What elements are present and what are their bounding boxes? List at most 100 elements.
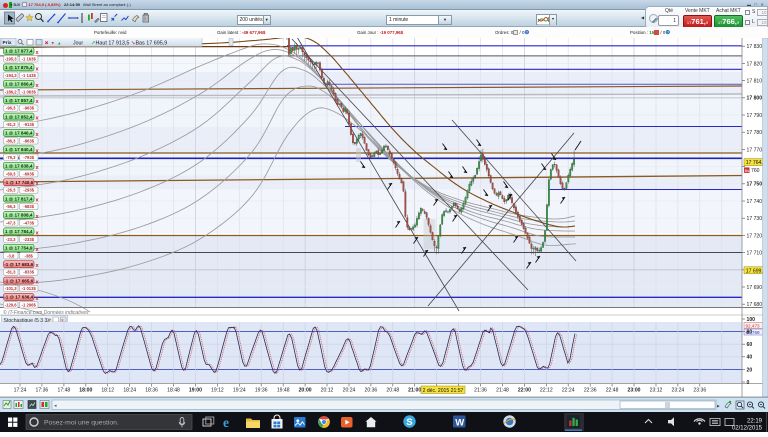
svg-text:-69,3: -69,3 [6,171,16,176]
svg-text:17 810: 17 810 [747,79,763,85]
svg-text:17:24: 17:24 [14,388,27,394]
svg-text:17 730: 17 730 [747,216,763,222]
svg-text:17 710: 17 710 [747,251,763,257]
svg-text:2 déc. 2015 21:57: 2 déc. 2015 21:57 [423,388,464,394]
svg-text:W: W [455,418,464,429]
svg-text:17 690: 17 690 [747,285,763,291]
svg-text:-79,3: -79,3 [6,155,16,160]
svg-text:-96,3: -96,3 [6,106,16,111]
svg-text:02/12/2015: 02/12/2015 [732,426,763,432]
svg-text:-293$: -293$ [23,188,34,193]
svg-text:-963$: -963$ [23,106,34,111]
svg-text:18:24: 18:24 [123,388,136,394]
svg-text:17:36: 17:36 [36,388,49,394]
svg-text:23:36: 23:36 [693,388,706,394]
svg-text:0: 0 [747,380,750,386]
svg-text:-26,3: -26,3 [6,188,16,193]
svg-text:S: S [406,417,412,428]
svg-text:e: e [223,415,229,430]
svg-text:1 @ 17 846,4: 1 @ 17 846,4 [5,131,33,136]
svg-text:1 @ 17 784,4: 1 @ 17 784,4 [5,229,33,234]
svg-text:1 @ 17 857,4: 1 @ 17 857,4 [5,98,33,103]
svg-text:20:48: 20:48 [386,388,399,394]
svg-text:-23,3: -23,3 [6,237,16,242]
svg-text:18:00: 18:00 [79,388,92,394]
svg-text:80: 80 [747,330,753,336]
svg-text:▾: ▾ [52,41,55,47]
svg-text:-1 163$: -1 163$ [22,57,37,62]
svg-text:17 790: 17 790 [747,113,763,119]
svg-text:100: 100 [747,317,756,323]
svg-text:17 720: 17 720 [747,233,763,239]
svg-text:-1 143$: -1 143$ [22,73,37,78]
svg-text:23:00: 23:00 [627,388,640,394]
svg-text:20:00: 20:00 [299,388,312,394]
svg-text:19:36: 19:36 [255,388,268,394]
svg-text:23:12: 23:12 [650,388,663,394]
svg-text:-793$: -793$ [23,155,34,160]
svg-text:-693$: -693$ [23,171,34,176]
svg-text:-913$: -913$ [23,122,34,127]
svg-text:-47,3: -47,3 [6,221,16,226]
svg-text:-833$: -833$ [23,270,34,275]
svg-text:19:48: 19:48 [277,388,290,394]
svg-text:20: 20 [747,367,753,373]
svg-text:18:36: 18:36 [145,388,158,394]
svg-text:1 @ 17 852,4: 1 @ 17 852,4 [5,114,33,119]
svg-text:40: 40 [747,355,753,361]
svg-text:17 770: 17 770 [747,147,763,153]
svg-text:20:36: 20:36 [365,388,378,394]
svg-text:1 @ 17 866,4: 1 @ 17 866,4 [5,82,33,87]
svg-text:-233$: -233$ [23,237,34,242]
svg-text:1 @ 17 838,4: 1 @ 17 838,4 [5,164,33,169]
svg-text:20:24: 20:24 [343,388,356,394]
svg-text:22:00: 22:00 [518,388,531,394]
svg-text:-195,3: -195,3 [5,57,18,62]
svg-text:Prix: Prix [3,40,12,46]
svg-text:19:00: 19:00 [189,388,202,394]
svg-text:60: 60 [747,342,753,348]
svg-text:20:12: 20:12 [321,388,334,394]
svg-text:17 780: 17 780 [747,130,763,136]
svg-text:17 750: 17 750 [747,182,763,188]
svg-text:1 @ 17 808,4: 1 @ 17 808,4 [5,213,33,218]
svg-text:▴: ▴ [58,41,61,47]
svg-text:22:48: 22:48 [606,388,619,394]
svg-text:-583$: -583$ [23,204,34,209]
svg-text:22:12: 22:12 [540,388,553,394]
svg-text:17:48: 17:48 [58,388,71,394]
svg-text:17 740: 17 740 [747,199,763,205]
svg-text:22:36: 22:36 [584,388,597,394]
svg-text:Bs: Bs [745,168,750,173]
svg-text:760: 760 [751,168,760,174]
svg-text:-186,2: -186,2 [5,89,18,94]
svg-text:19:24: 19:24 [233,388,246,394]
svg-text:1 @ 17 875,4: 1 @ 17 875,4 [5,65,33,70]
svg-text:1 @ 17 877,4: 1 @ 17 877,4 [5,49,33,54]
svg-text:17 830: 17 830 [747,44,763,50]
svg-text:-1 @ 17 636,4: -1 @ 17 636,4 [4,295,33,300]
svg-text:-1 063$: -1 063$ [22,89,37,94]
svg-text:18:12: 18:12 [101,388,114,394]
svg-text:-473$: -473$ [23,221,34,226]
svg-text:-1 @ 17 665,6: -1 @ 17 665,6 [4,278,33,283]
svg-text:22:24: 22:24 [562,388,575,394]
svg-text:22:19: 22:19 [747,419,763,425]
svg-text:1 @ 17 817,4: 1 @ 17 817,4 [5,196,33,201]
svg-text:17 800: 17 800 [747,96,763,102]
svg-text:-1 296$: -1 296$ [22,303,37,308]
svg-text:Jour: Jour [73,40,83,46]
svg-text:-101,3: -101,3 [5,286,18,291]
svg-text:-194,3: -194,3 [5,73,18,78]
svg-text:▸: ▸ [717,404,720,410]
svg-text:Posez-moi une question.: Posez-moi une question. [44,420,119,427]
svg-text:-91,3: -91,3 [6,122,16,127]
svg-text:-38$: -38$ [25,253,34,258]
svg-text:21:48: 21:48 [496,388,509,394]
svg-text:92,473: 92,473 [746,323,760,328]
svg-text:21:00: 21:00 [408,388,421,394]
svg-text:-86,3: -86,3 [6,139,16,144]
svg-text:1 @ 17 754,9: 1 @ 17 754,9 [5,246,33,251]
svg-text:17 820: 17 820 [747,61,763,67]
svg-text:21:36: 21:36 [474,388,487,394]
